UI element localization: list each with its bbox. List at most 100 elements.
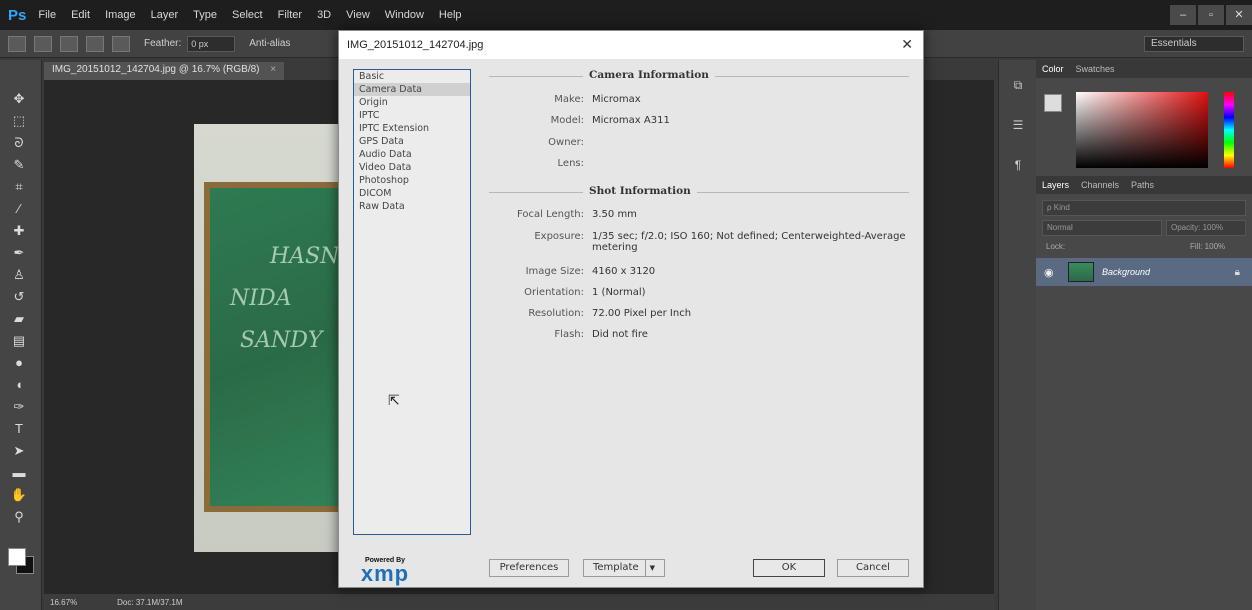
shot-info-title: Shot Information bbox=[583, 185, 697, 197]
category-video-data[interactable]: Video Data bbox=[354, 161, 470, 174]
board-text-1: HASN bbox=[270, 244, 340, 269]
board-text-3: SANDY bbox=[240, 328, 323, 353]
gradient-tool-icon[interactable]: ▤ bbox=[8, 332, 30, 350]
menu-type[interactable]: Type bbox=[193, 9, 217, 21]
template-button[interactable]: Template ▼ bbox=[583, 559, 665, 577]
tools-panel: ✥ ⬚ ᘐ ✎ ⌗ ⁄ ✚ ✒ ♙ ↺ ▰ ▤ ● ◖ ✑ T ➤ ▬ ✋ ⚲ bbox=[0, 60, 42, 610]
field-focal-length-value: 3.50 mm bbox=[592, 209, 637, 220]
add-selection-icon[interactable] bbox=[60, 35, 78, 52]
close-app-button[interactable]: ✕ bbox=[1226, 5, 1252, 25]
foreground-color-swatch[interactable] bbox=[8, 548, 26, 566]
menu-edit[interactable]: Edit bbox=[71, 9, 90, 21]
cancel-button[interactable]: Cancel bbox=[837, 559, 909, 577]
menu-select[interactable]: Select bbox=[232, 9, 263, 21]
dialog-titlebar: IMG_20151012_142704.jpg ✕ bbox=[339, 31, 923, 59]
tab-swatches[interactable]: Swatches bbox=[1076, 64, 1115, 74]
restore-button[interactable]: ▫ bbox=[1198, 5, 1224, 25]
type-tool-icon[interactable]: T bbox=[8, 420, 30, 438]
category-raw-data[interactable]: Raw Data bbox=[354, 200, 470, 213]
menu-help[interactable]: Help bbox=[439, 9, 462, 21]
properties-panel-icon[interactable]: ☰ bbox=[1007, 118, 1029, 140]
lasso-tool-icon[interactable]: ᘐ bbox=[8, 134, 30, 152]
menu-layer[interactable]: Layer bbox=[151, 9, 179, 21]
zoom-tool-icon[interactable]: ⚲ bbox=[8, 508, 30, 526]
pen-tool-icon[interactable]: ✑ bbox=[8, 398, 30, 416]
category-photoshop[interactable]: Photoshop bbox=[354, 174, 470, 187]
dodge-tool-icon[interactable]: ◖ bbox=[8, 376, 30, 394]
stamp-tool-icon[interactable]: ♙ bbox=[8, 266, 30, 284]
layer-filter-kind[interactable]: ρ Kind bbox=[1042, 200, 1246, 216]
zoom-level[interactable]: 16.67% bbox=[50, 598, 77, 607]
subtract-selection-icon[interactable] bbox=[86, 35, 104, 52]
quick-select-tool-icon[interactable]: ✎ bbox=[8, 156, 30, 174]
category-iptc-extension[interactable]: IPTC Extension bbox=[354, 122, 470, 135]
minimize-button[interactable]: – bbox=[1170, 5, 1196, 25]
field-image-size-value: 4160 x 3120 bbox=[592, 266, 656, 277]
menu-filter[interactable]: Filter bbox=[278, 9, 302, 21]
field-make-label: Make: bbox=[554, 94, 584, 105]
move-tool-icon[interactable]: ✥ bbox=[8, 90, 30, 108]
eraser-tool-icon[interactable]: ▰ bbox=[8, 310, 30, 328]
feather-label: Feather: bbox=[144, 38, 182, 49]
healing-tool-icon[interactable]: ✚ bbox=[8, 222, 30, 240]
visibility-eye-icon[interactable]: ◉ bbox=[1044, 266, 1060, 279]
color-picker-field[interactable] bbox=[1076, 92, 1208, 168]
menu-image[interactable]: Image bbox=[105, 9, 136, 21]
field-focal-length-label: Focal Length: bbox=[517, 209, 584, 220]
ok-button[interactable]: OK bbox=[753, 559, 825, 577]
menu-window[interactable]: Window bbox=[385, 9, 424, 21]
document-tab[interactable]: IMG_20151012_142704.jpg @ 16.7% (RGB/8) … bbox=[44, 62, 285, 80]
character-panel-icon[interactable]: ¶ bbox=[1007, 158, 1029, 180]
history-brush-tool-icon[interactable]: ↺ bbox=[8, 288, 30, 306]
category-gps-data[interactable]: GPS Data bbox=[354, 135, 470, 148]
opacity-field[interactable]: Opacity: 100% bbox=[1166, 220, 1246, 236]
workspace-select[interactable]: Essentials bbox=[1144, 36, 1244, 52]
document-tab-close-icon[interactable]: × bbox=[270, 64, 276, 75]
eyedropper-tool-icon[interactable]: ⁄ bbox=[8, 200, 30, 218]
crop-tool-icon[interactable]: ⌗ bbox=[8, 178, 30, 196]
hand-tool-icon[interactable]: ✋ bbox=[8, 486, 30, 504]
preferences-button[interactable]: Preferences bbox=[489, 559, 569, 577]
category-dicom[interactable]: DICOM bbox=[354, 187, 470, 200]
dialog-title: IMG_20151012_142704.jpg bbox=[347, 39, 484, 51]
category-audio-data[interactable]: Audio Data bbox=[354, 148, 470, 161]
menu-file[interactable]: File bbox=[38, 9, 56, 21]
field-owner-label: Owner: bbox=[548, 137, 584, 148]
intersect-selection-icon[interactable] bbox=[112, 35, 130, 52]
blur-tool-icon[interactable]: ● bbox=[8, 354, 30, 372]
field-exposure: Exposure: 1/35 sec; f/2.0; ISO 160; Not … bbox=[489, 231, 909, 257]
category-iptc[interactable]: IPTC bbox=[354, 109, 470, 122]
path-select-tool-icon[interactable]: ➤ bbox=[8, 442, 30, 460]
hue-slider[interactable] bbox=[1224, 92, 1234, 168]
antialias-checkbox[interactable]: Anti-alias bbox=[249, 38, 290, 49]
dialog-close-icon[interactable]: ✕ bbox=[901, 36, 913, 53]
category-basic[interactable]: Basic bbox=[354, 70, 470, 83]
photoshop-window: Ps File Edit Image Layer Type Select Fil… bbox=[0, 0, 1252, 610]
new-selection-icon[interactable] bbox=[34, 35, 52, 52]
category-camera-data[interactable]: Camera Data bbox=[354, 83, 470, 96]
status-bar: 16.67% Doc: 37.1M/37.1M bbox=[44, 594, 994, 610]
layers-panel-tabs: Layers Channels Paths bbox=[1036, 176, 1252, 194]
marquee-preset-icon[interactable] bbox=[8, 35, 26, 52]
fill-field[interactable]: Fill: 100% bbox=[1186, 240, 1246, 256]
brush-tool-icon[interactable]: ✒ bbox=[8, 244, 30, 262]
feather-input[interactable]: 0 px bbox=[187, 35, 236, 52]
doc-size: Doc: 37.1M/37.1M bbox=[117, 597, 183, 607]
layer-thumbnail bbox=[1068, 262, 1094, 282]
field-resolution: Resolution: 72.00 Pixel per Inch bbox=[489, 308, 909, 322]
menu-3d[interactable]: 3D bbox=[317, 9, 331, 21]
panel-foreground-swatch[interactable] bbox=[1044, 94, 1062, 112]
camera-info-title: Camera Information bbox=[583, 69, 715, 81]
blend-mode-select[interactable]: Normal bbox=[1042, 220, 1162, 236]
tab-color[interactable]: Color bbox=[1042, 64, 1064, 74]
category-origin[interactable]: Origin bbox=[354, 96, 470, 109]
dropdown-arrow-icon[interactable]: ▼ bbox=[644, 560, 655, 576]
marquee-tool-icon[interactable]: ⬚ bbox=[8, 112, 30, 130]
history-panel-icon[interactable]: ⧉ bbox=[1007, 78, 1029, 100]
tab-layers[interactable]: Layers bbox=[1042, 180, 1069, 190]
layer-row-background[interactable]: ◉ Background 🔒︎ bbox=[1036, 258, 1252, 286]
tab-channels[interactable]: Channels bbox=[1081, 180, 1119, 190]
menu-view[interactable]: View bbox=[346, 9, 370, 21]
tab-paths[interactable]: Paths bbox=[1131, 180, 1154, 190]
shape-tool-icon[interactable]: ▬ bbox=[8, 464, 30, 482]
